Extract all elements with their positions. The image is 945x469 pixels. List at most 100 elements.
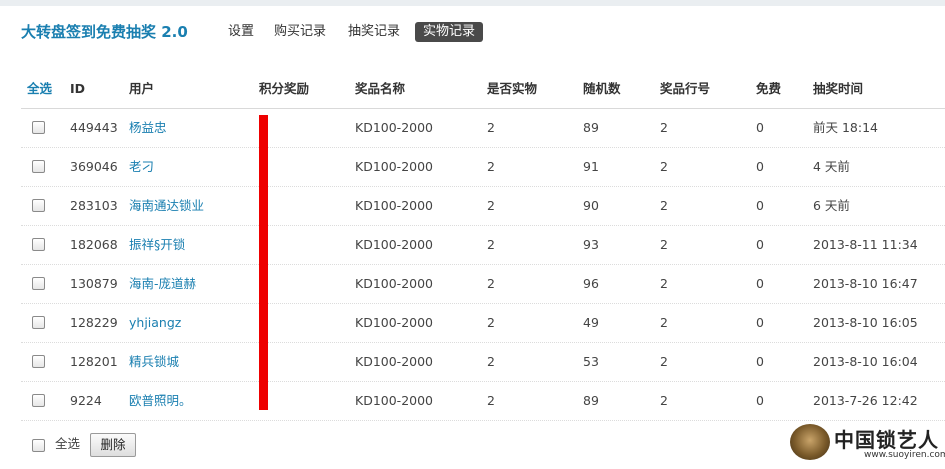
watermark-text: 中国锁艺人 [834, 428, 939, 452]
column-header-prize-name: 奖品名称 [355, 81, 406, 96]
row-id: 128201 [70, 354, 118, 369]
footer-select-all-checkbox[interactable] [32, 439, 45, 452]
row-prize-name: KD100-2000 [355, 393, 434, 408]
row-random: 49 [583, 315, 599, 330]
row-prize-row: 2 [660, 198, 668, 213]
row-checkbox[interactable] [32, 355, 45, 368]
watermark-logo: 中国锁艺人 www.suoyiren.com [790, 422, 945, 466]
row-prize-name: KD100-2000 [355, 237, 434, 252]
row-checkbox[interactable] [32, 394, 45, 407]
row-checkbox[interactable] [32, 316, 45, 329]
row-id: 369046 [70, 159, 118, 174]
row-draw-time: 4 天前 [813, 159, 850, 174]
row-prize-row: 2 [660, 393, 668, 408]
row-user-link[interactable]: 精兵锁城 [129, 343, 179, 381]
tab-settings[interactable]: 设置 [228, 22, 254, 42]
row-free: 0 [756, 198, 764, 213]
footer-select-all-label: 全选 [55, 436, 81, 451]
column-header-random: 随机数 [583, 81, 621, 96]
table-body: 449443 杨益忠 KD100-2000 2 89 2 0 前天 18:14 … [21, 109, 945, 421]
row-prize-name: KD100-2000 [355, 354, 434, 369]
table-row: 128201 精兵锁城 KD100-2000 2 53 2 0 2013-8-1… [21, 343, 945, 382]
table-row: 449443 杨益忠 KD100-2000 2 89 2 0 前天 18:14 [21, 109, 945, 148]
row-user-link[interactable]: yhjiangz [129, 304, 181, 342]
table-footer: 全选 删除 [21, 431, 421, 459]
row-free: 0 [756, 315, 764, 330]
header: 大转盘签到免费抽奖 2.0 设置 购买记录 抽奖记录 实物记录 [0, 18, 945, 46]
watermark-badge-icon [790, 424, 830, 460]
select-all-header[interactable]: 全选 [27, 70, 52, 108]
table-row: 130879 海南-庞道赫 KD100-2000 2 96 2 0 2013-8… [21, 265, 945, 304]
column-header-points: 积分奖励 [259, 81, 310, 96]
row-random: 90 [583, 198, 599, 213]
row-free: 0 [756, 159, 764, 174]
column-header-free: 免费 [756, 81, 782, 96]
row-user-link[interactable]: 杨益忠 [129, 109, 167, 147]
watermark-url: www.suoyiren.com [864, 450, 945, 460]
row-prize-name: KD100-2000 [355, 120, 434, 135]
row-draw-time: 2013-8-10 16:05 [813, 315, 918, 330]
row-prize-row: 2 [660, 354, 668, 369]
row-random: 91 [583, 159, 599, 174]
row-prize-row: 2 [660, 237, 668, 252]
row-draw-time: 6 天前 [813, 198, 850, 213]
row-random: 89 [583, 393, 599, 408]
app-title: 大转盘签到免费抽奖 2.0 [21, 23, 188, 41]
row-draw-time: 2013-7-26 12:42 [813, 393, 918, 408]
row-draw-time: 2013-8-10 16:47 [813, 276, 918, 291]
row-draw-time: 2013-8-10 16:04 [813, 354, 918, 369]
column-header-prize-row: 奖品行号 [660, 81, 711, 96]
row-is-physical: 2 [487, 315, 495, 330]
row-draw-time: 前天 18:14 [813, 120, 878, 135]
table-row: 182068 振祥§开锁 KD100-2000 2 93 2 0 2013-8-… [21, 226, 945, 265]
tab-physical-records[interactable]: 实物记录 [415, 22, 484, 42]
row-prize-name: KD100-2000 [355, 198, 434, 213]
row-id: 449443 [70, 120, 118, 135]
tab-purchase-records[interactable]: 购买记录 [274, 22, 326, 42]
row-prize-name: KD100-2000 [355, 276, 434, 291]
row-free: 0 [756, 393, 764, 408]
row-random: 89 [583, 120, 599, 135]
row-is-physical: 2 [487, 198, 495, 213]
row-user-link[interactable]: 振祥§开锁 [129, 226, 185, 264]
row-is-physical: 2 [487, 393, 495, 408]
records-table: 全选 ID 用户 积分奖励 奖品名称 是否实物 随机数 奖品行号 免费 抽奖时间… [21, 70, 945, 421]
table-row: 9224 欧普照明。 KD100-2000 2 89 2 0 2013-7-26… [21, 382, 945, 421]
tab-draw-records[interactable]: 抽奖记录 [348, 22, 400, 42]
row-prize-row: 2 [660, 159, 668, 174]
row-checkbox[interactable] [32, 238, 45, 251]
row-user-link[interactable]: 海南通达锁业 [129, 187, 204, 225]
row-id: 182068 [70, 237, 118, 252]
row-draw-time: 2013-8-11 11:34 [813, 237, 918, 252]
row-prize-row: 2 [660, 276, 668, 291]
row-is-physical: 2 [487, 354, 495, 369]
table-row: 283103 海南通达锁业 KD100-2000 2 90 2 0 6 天前 [21, 187, 945, 226]
delete-button[interactable]: 删除 [90, 433, 136, 457]
row-free: 0 [756, 354, 764, 369]
top-border [0, 0, 945, 6]
row-checkbox[interactable] [32, 160, 45, 173]
row-user-link[interactable]: 欧普照明。 [129, 382, 192, 420]
row-is-physical: 2 [487, 159, 495, 174]
row-random: 96 [583, 276, 599, 291]
row-id: 9224 [70, 393, 102, 408]
row-id: 128229 [70, 315, 118, 330]
row-checkbox[interactable] [32, 121, 45, 134]
row-user-link[interactable]: 老刁 [129, 148, 154, 186]
row-user-link[interactable]: 海南-庞道赫 [129, 265, 196, 303]
table-header-row: 全选 ID 用户 积分奖励 奖品名称 是否实物 随机数 奖品行号 免费 抽奖时间 [21, 70, 945, 109]
row-id: 130879 [70, 276, 118, 291]
row-free: 0 [756, 237, 764, 252]
table-row: 128229 yhjiangz KD100-2000 2 49 2 0 2013… [21, 304, 945, 343]
row-free: 0 [756, 120, 764, 135]
row-random: 53 [583, 354, 599, 369]
row-checkbox[interactable] [32, 199, 45, 212]
row-id: 283103 [70, 198, 118, 213]
row-checkbox[interactable] [32, 277, 45, 290]
row-prize-name: KD100-2000 [355, 315, 434, 330]
row-is-physical: 2 [487, 276, 495, 291]
column-header-draw-time: 抽奖时间 [813, 81, 864, 96]
row-prize-name: KD100-2000 [355, 159, 434, 174]
column-header-is-physical: 是否实物 [487, 81, 538, 96]
redaction-bar [259, 115, 268, 410]
